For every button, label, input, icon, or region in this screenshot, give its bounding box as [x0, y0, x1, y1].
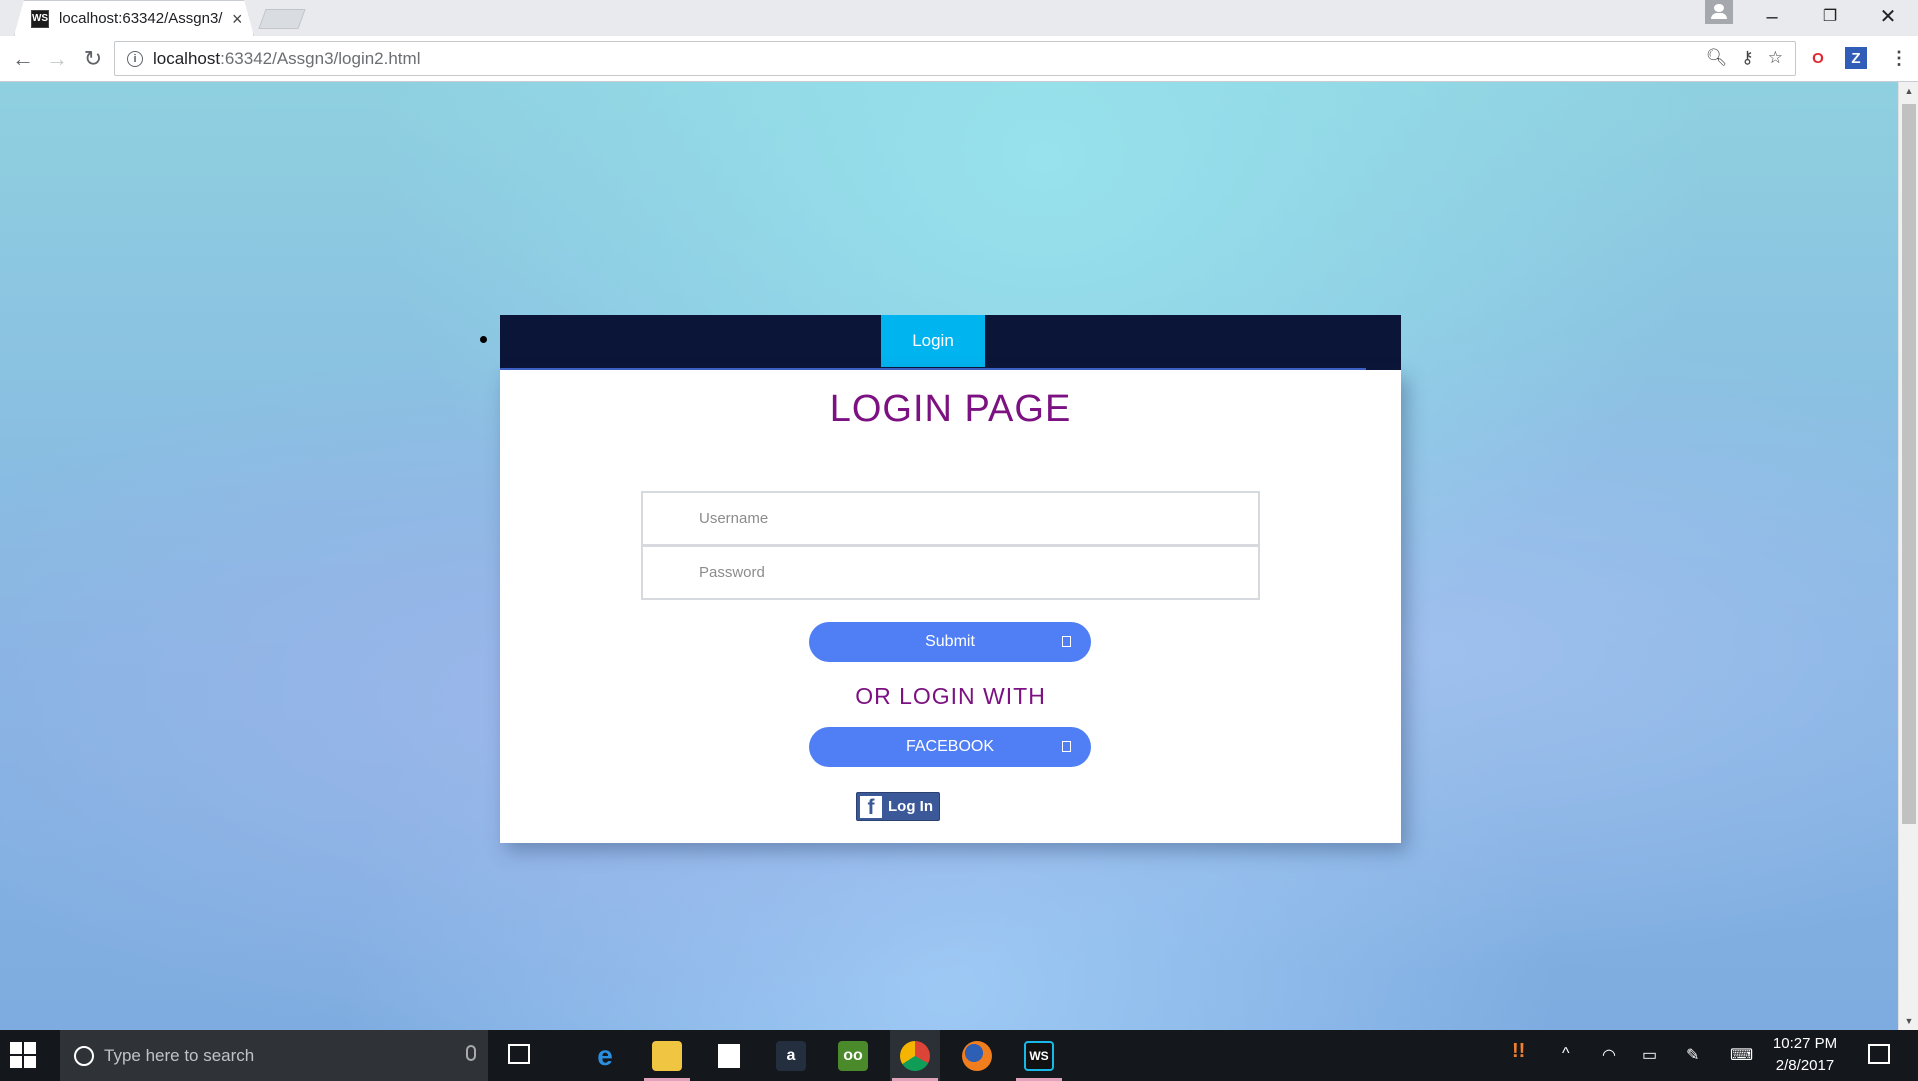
webstorm-icon: WS — [1024, 1040, 1054, 1071]
bookmark-star-icon[interactable]: ☆ — [1768, 48, 1783, 68]
file-explorer-icon — [652, 1040, 682, 1071]
missing-glyph-icon — [1062, 636, 1071, 647]
facebook-label: FACEBOOK — [905, 738, 995, 755]
login-card: LOGIN PAGE Submit OR LOGIN WITH FACEBOOK… — [500, 370, 1401, 843]
username-field — [641, 491, 1260, 546]
back-icon[interactable]: ← — [8, 44, 38, 74]
pen-icon[interactable]: ✎ — [1686, 1045, 1699, 1065]
amazon-app[interactable]: a — [766, 1030, 816, 1081]
system-clock[interactable]: 10:27 PM 2/8/2017 — [1765, 1033, 1845, 1077]
search-placeholder: Type here to search — [104, 1045, 255, 1065]
firefox-app[interactable] — [952, 1030, 1002, 1081]
scroll-up-icon[interactable]: ▲ — [1899, 86, 1918, 96]
webstorm-favicon-icon: WS — [31, 9, 49, 28]
edge-app[interactable]: e — [580, 1030, 630, 1081]
opera-extension-icon[interactable]: O — [1807, 47, 1829, 69]
show-hidden-icons-icon[interactable]: ^ — [1562, 1045, 1570, 1063]
browser-tab[interactable]: WS localhost:63342/Assgn3/ × — [14, 0, 254, 36]
clock-date: 2/8/2017 — [1775, 1057, 1835, 1074]
scroll-down-icon[interactable]: ▼ — [1899, 1016, 1918, 1026]
top-navbar: Login — [500, 315, 1401, 370]
username-input[interactable] — [643, 493, 1258, 544]
action-center-icon[interactable] — [1868, 1044, 1890, 1064]
windows-taskbar: Type here to search e a oo WS !! ^ ◠ ▭ ✎… — [0, 1030, 1918, 1081]
tab-strip: WS localhost:63342/Assgn3/ × – ❐ ✕ — [0, 0, 1918, 36]
browser-toolbar: ← → ↻ i localhost:63342/Assgn3/login2.ht… — [0, 36, 1918, 82]
page-title: LOGIN PAGE — [829, 388, 1072, 430]
z-extension-icon[interactable]: Z — [1845, 47, 1867, 69]
tripadvisor-icon: oo — [838, 1040, 868, 1071]
network-icon[interactable]: ◠ — [1602, 1045, 1616, 1065]
amazon-icon: a — [776, 1040, 806, 1071]
nav-login-tab[interactable]: Login — [881, 315, 985, 367]
store-app[interactable] — [704, 1030, 754, 1081]
microphone-icon[interactable] — [466, 1045, 476, 1061]
minimize-button[interactable]: – — [1752, 4, 1792, 30]
forward-icon[interactable]: → — [42, 44, 72, 74]
reload-icon[interactable]: ↻ — [78, 44, 108, 74]
facebook-login-button[interactable]: f Log In — [856, 792, 940, 821]
password-input[interactable] — [643, 547, 1258, 598]
cortana-icon — [74, 1045, 94, 1066]
webstorm-app[interactable]: WS — [1014, 1030, 1064, 1081]
key-icon[interactable]: ⚷ — [1741, 48, 1753, 68]
file-explorer-app[interactable] — [642, 1030, 692, 1081]
new-tab-button[interactable] — [258, 9, 306, 29]
tab-close-icon[interactable]: × — [232, 10, 243, 28]
chrome-app[interactable] — [890, 1030, 940, 1081]
address-bar[interactable]: i localhost:63342/Assgn3/login2.html 🔍︎ … — [114, 41, 1796, 76]
url-text: localhost:63342/Assgn3/login2.html — [153, 48, 421, 68]
store-icon — [718, 1043, 740, 1068]
edge-icon: e — [597, 1039, 613, 1071]
chrome-icon — [900, 1040, 930, 1071]
missing-glyph-icon — [1062, 741, 1071, 752]
facebook-logo-icon: f — [860, 795, 882, 818]
zoom-icon[interactable]: 🔍︎ — [1706, 48, 1728, 68]
list-bullet — [480, 336, 487, 343]
start-button[interactable] — [10, 1042, 36, 1068]
or-login-with-text: OR LOGIN WITH — [855, 683, 1046, 709]
restore-button[interactable]: ❐ — [1810, 4, 1850, 30]
menu-icon[interactable]: ⋮ — [1888, 47, 1910, 69]
close-window-button[interactable]: ✕ — [1868, 4, 1908, 30]
submit-button[interactable]: Submit — [809, 622, 1091, 662]
firefox-icon — [962, 1040, 992, 1071]
submit-label: Submit — [925, 633, 975, 650]
vertical-scrollbar[interactable]: ▲ ▼ — [1898, 82, 1918, 1030]
profile-icon[interactable] — [1705, 0, 1733, 24]
page-viewport: Login LOGIN PAGE Submit OR LOGIN WITH FA… — [0, 82, 1898, 1030]
fb-login-label: Log In — [888, 798, 933, 815]
facebook-button[interactable]: FACEBOOK — [809, 727, 1091, 767]
battery-icon[interactable]: ▭ — [1642, 1045, 1657, 1065]
scrollbar-thumb[interactable] — [1902, 104, 1916, 824]
task-view-icon[interactable] — [508, 1044, 530, 1064]
taskbar-search[interactable]: Type here to search — [60, 1030, 488, 1081]
clock-time: 10:27 PM — [1772, 1035, 1838, 1052]
password-field — [641, 545, 1260, 600]
notification-badge-icon[interactable]: !! — [1512, 1040, 1525, 1063]
tab-title: localhost:63342/Assgn3/ — [59, 10, 223, 27]
tripadvisor-app[interactable]: oo — [828, 1030, 878, 1081]
keyboard-icon[interactable]: ⌨ — [1730, 1045, 1753, 1065]
site-info-icon[interactable]: i — [127, 50, 143, 67]
